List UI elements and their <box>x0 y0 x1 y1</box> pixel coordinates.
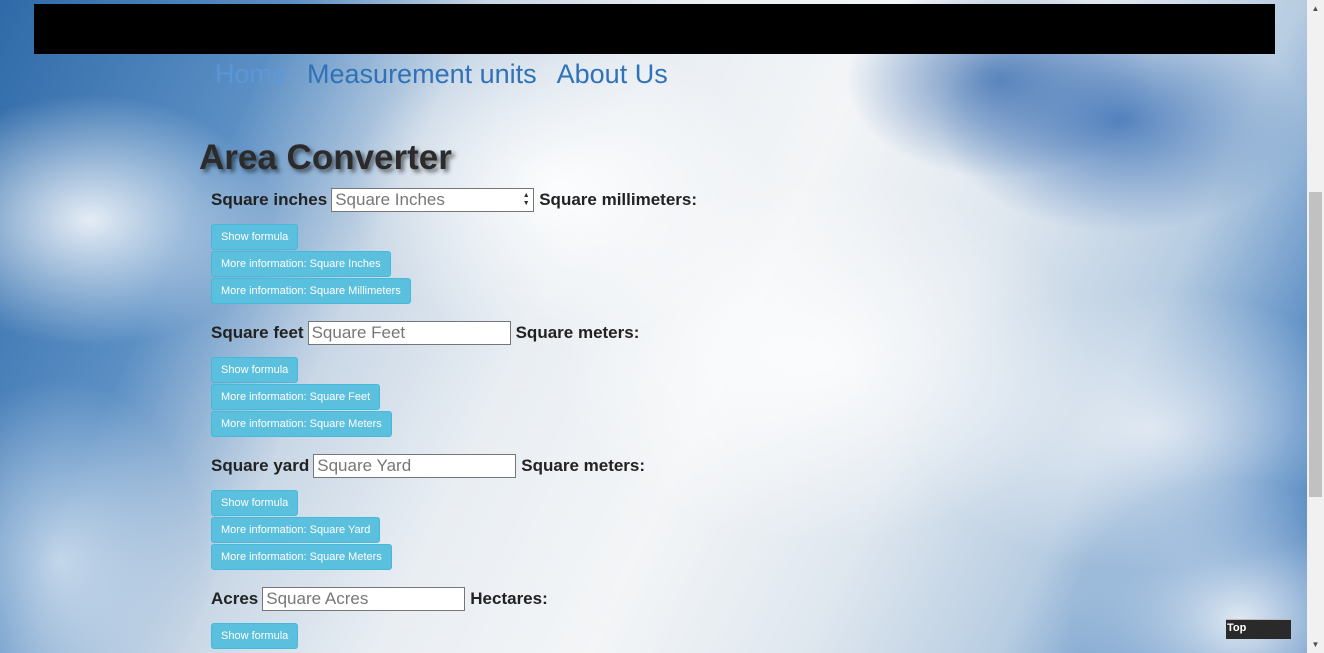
scroll-up-arrow-icon[interactable]: ▲ <box>1307 0 1324 17</box>
square-feet-input[interactable] <box>307 321 511 345</box>
from-unit-label: Square inches <box>211 190 328 209</box>
main-nav: Home Measurement units About Us <box>215 58 668 90</box>
nav-home-link[interactable]: Home <box>215 58 287 90</box>
show-formula-button[interactable]: Show formula <box>211 224 299 250</box>
sky-background <box>0 0 1307 653</box>
to-unit-label: Square meters: <box>521 456 646 475</box>
from-unit-label: Square yard <box>211 456 310 475</box>
converter-square-yard: Square yard Square meters: Show formula … <box>211 452 645 570</box>
info-square-yard-button[interactable]: More information: Square Yard <box>211 517 381 543</box>
to-unit-label: Hectares: <box>470 589 548 608</box>
converter-square-inches: Square inches ▲ ▼ Square millimeters: Sh… <box>211 186 697 304</box>
show-formula-button[interactable]: Show formula <box>211 490 299 516</box>
info-square-feet-button[interactable]: More information: Square Feet <box>211 384 381 410</box>
spin-up-icon[interactable]: ▲ <box>523 192 530 200</box>
spin-down-icon[interactable]: ▼ <box>523 200 530 208</box>
nav-measurement-units-link[interactable]: Measurement units <box>307 58 537 90</box>
to-unit-label: Square meters: <box>515 323 640 342</box>
scrollbar-thumb[interactable] <box>1309 192 1322 497</box>
scroll-down-arrow-icon[interactable]: ▼ <box>1307 636 1324 653</box>
converter-acres: Acres Hectares: Show formula <box>211 585 548 649</box>
header-bar <box>34 4 1275 54</box>
show-formula-button[interactable]: Show formula <box>211 357 299 383</box>
number-spinner[interactable]: ▲ ▼ <box>521 190 531 210</box>
show-formula-button[interactable]: Show formula <box>211 623 299 649</box>
acres-input[interactable] <box>262 587 466 611</box>
from-unit-label: Square feet <box>211 323 304 342</box>
info-square-inches-button[interactable]: More information: Square Inches <box>211 251 391 277</box>
back-to-top-button[interactable]: Top <box>1226 619 1291 639</box>
converter-square-feet: Square feet Square meters: Show formula … <box>211 319 639 437</box>
info-square-millimeters-button[interactable]: More information: Square Millimeters <box>211 278 411 304</box>
to-unit-label: Square millimeters: <box>539 190 697 209</box>
info-square-meters-button[interactable]: More information: Square Meters <box>211 544 392 570</box>
page-title: Area Converter <box>199 138 452 177</box>
nav-about-us-link[interactable]: About Us <box>557 58 668 90</box>
square-yard-input[interactable] <box>313 454 517 478</box>
vertical-scrollbar[interactable]: ▲ ▼ <box>1307 0 1324 653</box>
info-square-meters-button[interactable]: More information: Square Meters <box>211 411 392 437</box>
from-unit-label: Acres <box>211 589 259 608</box>
square-inches-input[interactable] <box>331 188 535 212</box>
